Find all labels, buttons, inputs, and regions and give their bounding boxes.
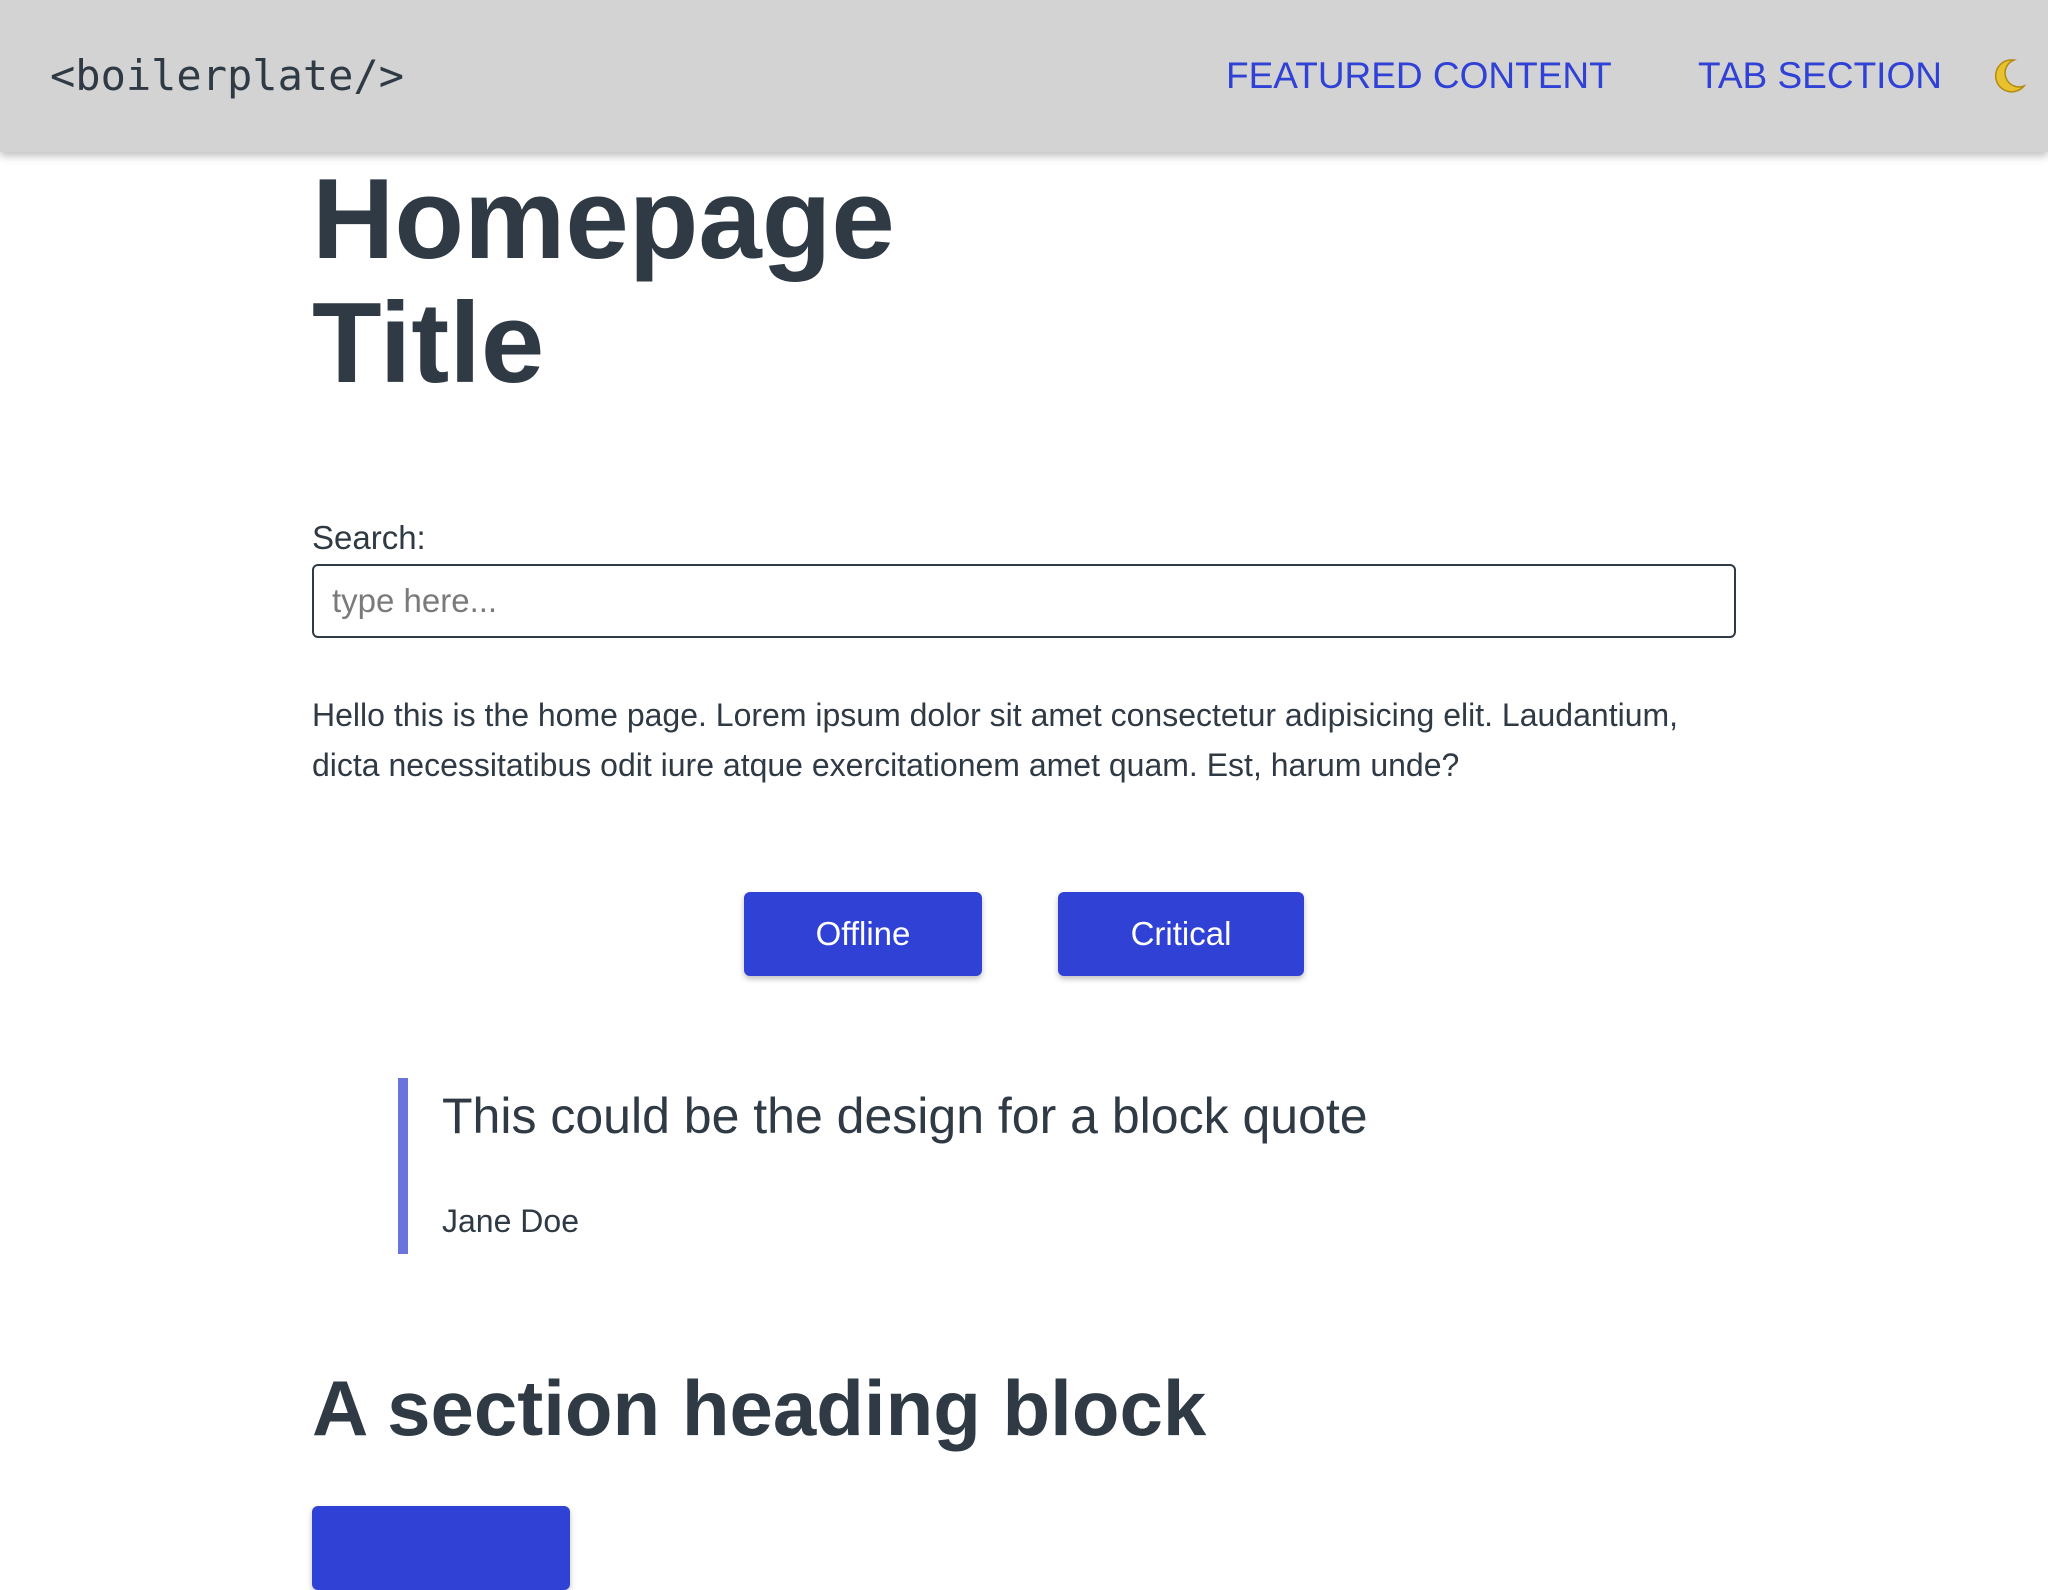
quote-text: This could be the design for a block quo… [442,1088,1368,1144]
block-quote: This could be the design for a block quo… [398,1078,1598,1254]
search-input[interactable] [312,564,1736,638]
moon-icon[interactable] [1988,56,2028,96]
nav-link-tab-section[interactable]: TAB SECTION [1698,52,1942,100]
critical-button[interactable]: Critical [1058,892,1304,976]
section-heading: A section heading block [312,1364,1207,1452]
search-label: Search: [312,519,426,556]
site-header: <boilerplate/> FEATURED CONTENT TAB SECT… [0,0,2048,152]
section-button[interactable] [312,1506,570,1590]
nav-link-featured-content[interactable]: FEATURED CONTENT [1226,52,1612,100]
page-title: Homepage Title [312,156,895,407]
offline-button[interactable]: Offline [744,892,982,976]
site-logo[interactable]: <boilerplate/> [50,48,404,104]
intro-paragraph: Hello this is the home page. Lorem ipsum… [312,697,1679,783]
quote-author: Jane Doe [442,1203,579,1239]
